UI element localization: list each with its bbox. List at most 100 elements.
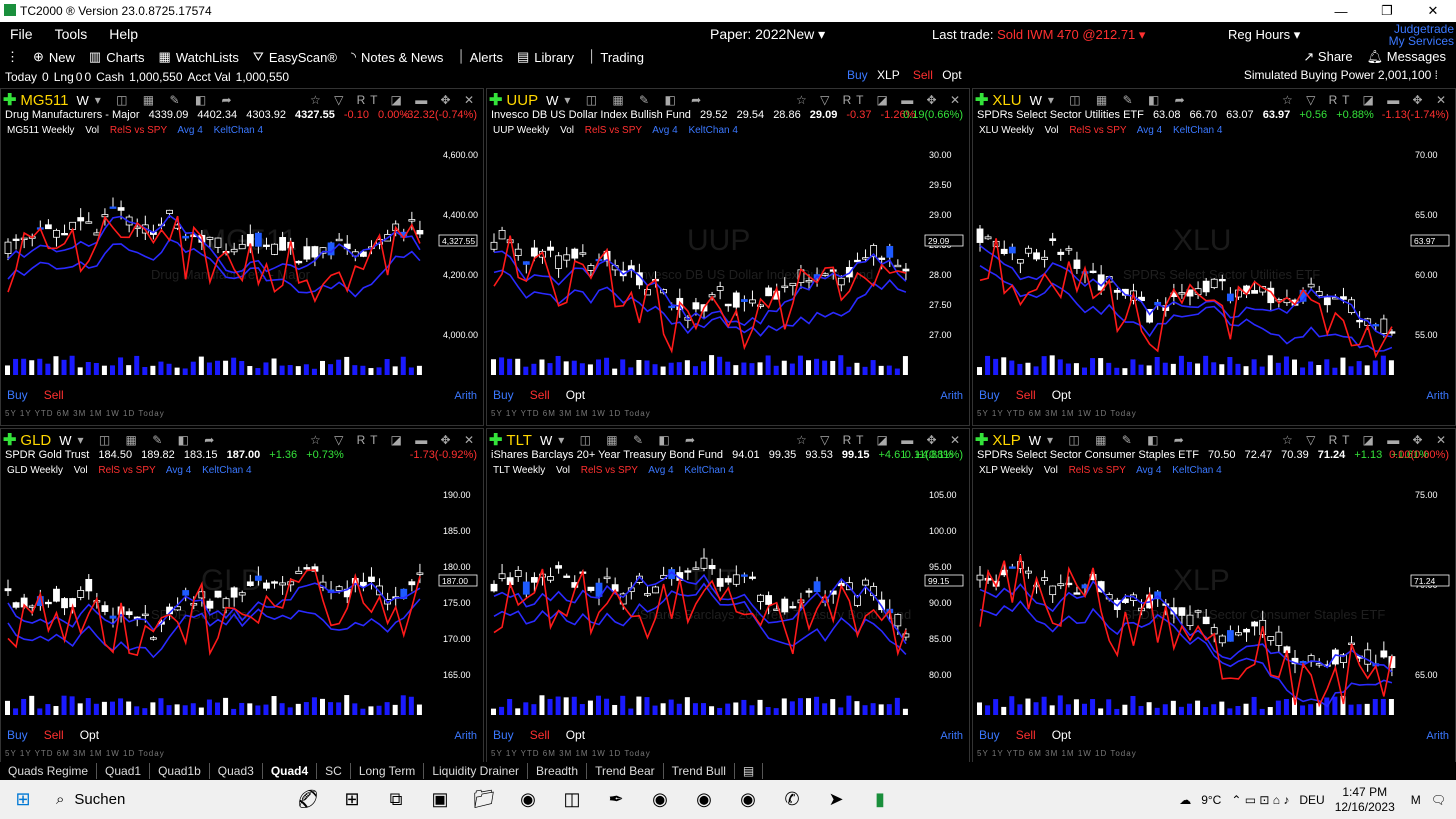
- period-selector[interactable]: W: [76, 93, 88, 108]
- timeframe-selector[interactable]: 5Y 1Y YTD 6M 3M 1M 1W 1D Today: [977, 749, 1137, 758]
- outlook-icon[interactable]: ◫: [550, 780, 594, 819]
- task-view-icon[interactable]: ⧉: [374, 780, 418, 819]
- tab-quad3[interactable]: Quad3: [210, 763, 263, 779]
- add-symbol-icon[interactable]: ✚: [489, 430, 502, 450]
- symbol-label[interactable]: MG511: [20, 92, 68, 109]
- panel-sell-button[interactable]: Sell: [530, 728, 550, 742]
- feather-app-icon[interactable]: ✒: [594, 780, 638, 819]
- toolbar-menu-icon[interactable]: ⋮: [6, 49, 19, 65]
- chart-tools-icon[interactable]: ▾ ◫ ▦ ✎ ◧ ➦: [564, 93, 707, 107]
- windows-start-icon[interactable]: ⊞: [0, 780, 46, 819]
- chart-panel-xlu[interactable]: ✚ XLU W ▾ ◫ ▦ ✎ ◧ ➦ ☆ ▽ RT ◪ ▬ ✥ ✕ SPDRs…: [972, 88, 1456, 426]
- network-app-icon[interactable]: ⊞: [330, 780, 374, 819]
- charts-button[interactable]: ▥ Charts: [89, 49, 145, 65]
- chart-panel-gld[interactable]: ✚ GLD W ▾ ◫ ▦ ✎ ◧ ➦ ☆ ▽ RT ◪ ▬ ✥ ✕ SPDR …: [0, 428, 484, 766]
- chart-tools-icon[interactable]: ▾ ◫ ▦ ✎ ◧ ➦: [1048, 93, 1191, 107]
- scale-mode[interactable]: Arith: [940, 390, 963, 402]
- panel-sell-button[interactable]: Sell: [44, 728, 64, 742]
- tab-liquidity-drainer[interactable]: Liquidity Drainer: [424, 763, 529, 779]
- period-selector[interactable]: W: [59, 433, 71, 448]
- panel-buy-button[interactable]: Buy: [493, 728, 514, 742]
- tc2000-icon[interactable]: ▮: [858, 780, 902, 819]
- add-tab-icon[interactable]: ▤: [735, 763, 764, 779]
- period-selector[interactable]: W: [546, 93, 558, 108]
- tab-quad4[interactable]: Quad4: [263, 763, 318, 779]
- chrome-profile-3-icon[interactable]: ◉: [682, 780, 726, 819]
- menu-tools[interactable]: Tools: [55, 26, 88, 42]
- period-selector[interactable]: W: [1030, 93, 1042, 108]
- word-icon[interactable]: ▣: [418, 780, 462, 819]
- chart-panel-xlp[interactable]: ✚ XLP W ▾ ◫ ▦ ✎ ◧ ➦ ☆ ▽ RT ◪ ▬ ✥ ✕ SPDRs…: [972, 428, 1456, 766]
- scale-mode[interactable]: Arith: [454, 730, 477, 742]
- panel-window-controls[interactable]: ☆ ▽ RT ◪ ▬ ✥ ✕: [310, 433, 479, 447]
- add-symbol-icon[interactable]: ✚: [3, 430, 16, 450]
- alerts-button[interactable]: ⏐ Alerts: [457, 49, 503, 65]
- tab-breadth[interactable]: Breadth: [528, 763, 588, 779]
- clock[interactable]: 1:47 PM 12/16/2023: [1335, 785, 1395, 815]
- symbol-label[interactable]: XLP: [992, 432, 1020, 449]
- chart-panel-uup[interactable]: ✚ UUP W ▾ ◫ ▦ ✎ ◧ ➦ ☆ ▽ RT ◪ ▬ ✥ ✕ Inves…: [486, 88, 970, 426]
- panel-opt-button[interactable]: Opt: [566, 728, 585, 742]
- chrome-icon[interactable]: ◉: [506, 780, 550, 819]
- chrome-profile-4-icon[interactable]: ◉: [726, 780, 770, 819]
- judgetrade-link[interactable]: Judgetrade My Services: [1389, 23, 1454, 47]
- scale-mode[interactable]: Arith: [940, 730, 963, 742]
- weather-icon[interactable]: ☁: [1179, 793, 1191, 807]
- whatsapp-icon[interactable]: ✆: [770, 780, 814, 819]
- chart-tools-icon[interactable]: ▾ ◫ ▦ ✎ ◧ ➦: [95, 93, 238, 107]
- watchlists-button[interactable]: ▦ WatchLists: [159, 49, 239, 65]
- timeframe-selector[interactable]: 5Y 1Y YTD 6M 3M 1M 1W 1D Today: [491, 409, 651, 418]
- scale-mode[interactable]: Arith: [454, 390, 477, 402]
- notes-news-button[interactable]: ◝ Notes & News: [351, 49, 443, 65]
- settings-icon[interactable]: ⁞: [1435, 68, 1438, 82]
- price-chart[interactable]: 75.0070.0065.0071.24JunJulAugSepOctNov12…: [973, 477, 1456, 727]
- paper-account-selector[interactable]: Paper: 2022New ▾: [710, 26, 825, 43]
- menu-help[interactable]: Help: [109, 26, 138, 42]
- price-chart[interactable]: 190.00 185.00 180.00 175.00 170.00 165.00 187.…: [1, 477, 484, 727]
- tab-sc[interactable]: SC: [317, 763, 351, 779]
- notifications-icon[interactable]: 🗨︎: [1431, 793, 1446, 807]
- symbol-label[interactable]: GLD: [20, 432, 51, 449]
- quick-buy-button[interactable]: Buy: [847, 68, 868, 82]
- quick-sell-button[interactable]: Sell: [913, 68, 933, 82]
- language-indicator[interactable]: DEU: [1299, 793, 1324, 807]
- symbol-label[interactable]: XLU: [992, 92, 1021, 109]
- panel-buy-button[interactable]: Buy: [7, 388, 28, 402]
- quick-opt-button[interactable]: Opt: [942, 68, 961, 82]
- reg-hours-selector[interactable]: Reg Hours ▾: [1228, 27, 1300, 43]
- easyscan-button[interactable]: ⛛ EasyScan®: [253, 49, 337, 65]
- panel-sell-button[interactable]: Sell: [1016, 728, 1036, 742]
- close-button[interactable]: ✕: [1410, 0, 1456, 22]
- minimize-button[interactable]: —: [1318, 0, 1364, 22]
- timeframe-selector[interactable]: 5Y 1Y YTD 6M 3M 1M 1W 1D Today: [5, 409, 165, 418]
- ai-app-icon[interactable]: M: [1411, 793, 1421, 807]
- telegram-icon[interactable]: ➤: [814, 780, 858, 819]
- panel-sell-button[interactable]: Sell: [1016, 388, 1036, 402]
- panel-window-controls[interactable]: ☆ ▽ RT ◪ ▬ ✥ ✕: [796, 93, 965, 107]
- library-button[interactable]: ▤ Library: [517, 49, 574, 65]
- timeframe-selector[interactable]: 5Y 1Y YTD 6M 3M 1M 1W 1D Today: [491, 749, 651, 758]
- scale-mode[interactable]: Arith: [1426, 390, 1449, 402]
- period-selector[interactable]: W: [540, 433, 552, 448]
- add-symbol-icon[interactable]: ✚: [975, 90, 988, 110]
- add-symbol-icon[interactable]: ✚: [975, 430, 988, 450]
- panel-buy-button[interactable]: Buy: [979, 388, 1000, 402]
- tab-quad1b[interactable]: Quad1b: [150, 763, 210, 779]
- chart-tools-icon[interactable]: ▾ ◫ ▦ ✎ ◧ ➦: [1047, 433, 1190, 447]
- panel-opt-button[interactable]: Opt: [80, 728, 99, 742]
- add-symbol-icon[interactable]: ✚: [3, 90, 16, 110]
- panel-opt-button[interactable]: Opt: [1052, 388, 1071, 402]
- chart-panel-tlt[interactable]: ✚ TLT W ▾ ◫ ▦ ✎ ◧ ➦ ☆ ▽ RT ◪ ▬ ✥ ✕ iShar…: [486, 428, 970, 766]
- panel-sell-button[interactable]: Sell: [530, 388, 550, 402]
- period-selector[interactable]: W: [1029, 433, 1041, 448]
- price-chart[interactable]: 30.0029.5029.0028.5028.0027.5027.0029.09…: [487, 137, 970, 387]
- weather-temp[interactable]: 9°C: [1201, 793, 1221, 807]
- symbol-label[interactable]: UUP: [506, 92, 538, 109]
- scale-mode[interactable]: Arith: [1426, 730, 1449, 742]
- chart-tools-icon[interactable]: ▾ ◫ ▦ ✎ ◧ ➦: [558, 433, 701, 447]
- menu-file[interactable]: File: [10, 26, 33, 42]
- file-explorer-icon[interactable]: 📁︎: [462, 780, 506, 819]
- panel-buy-button[interactable]: Buy: [7, 728, 28, 742]
- timeframe-selector[interactable]: 5Y 1Y YTD 6M 3M 1M 1W 1D Today: [5, 749, 165, 758]
- last-trade[interactable]: Last trade: Sold IWM 470 @212.71 ▾: [932, 27, 1145, 43]
